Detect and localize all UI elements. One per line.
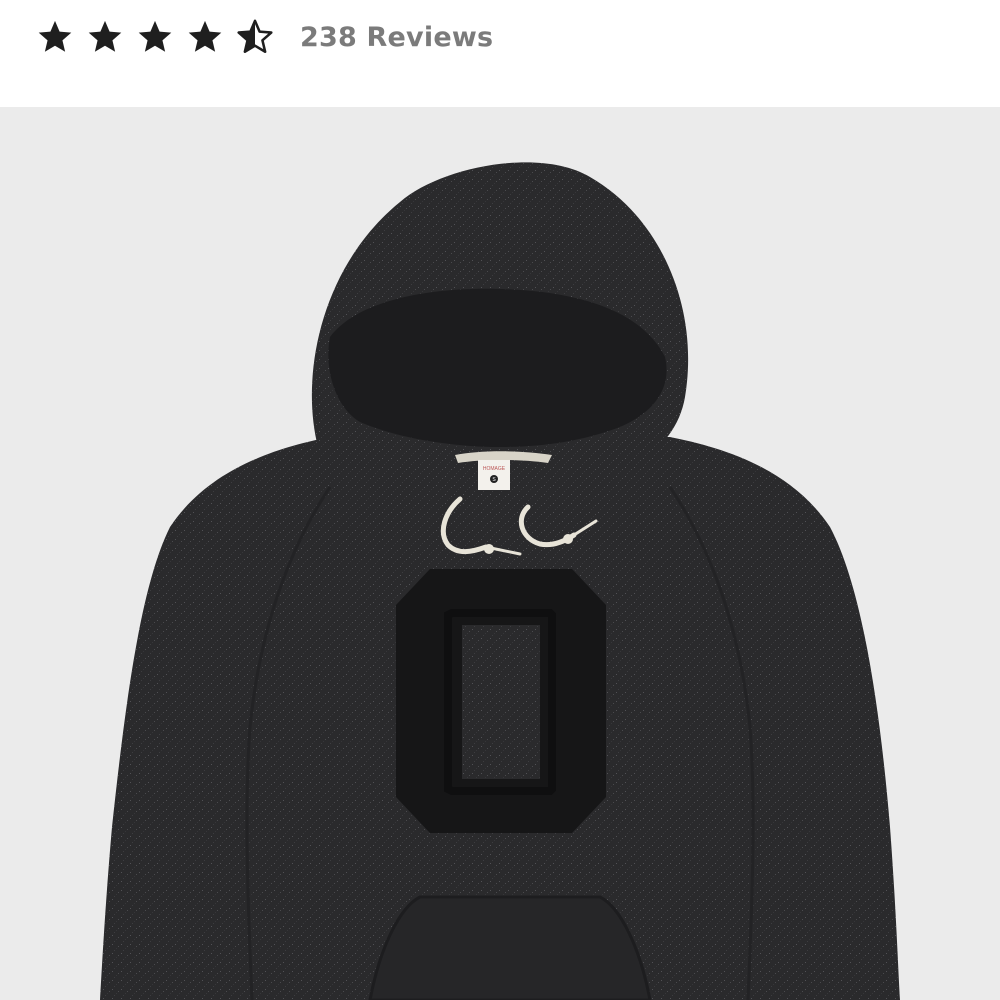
star-full-icon [88,20,122,52]
hood-opening [328,288,667,447]
brand-tag-text: HOMAGE [483,466,506,472]
rating-summary[interactable]: 238 Reviews [36,14,493,60]
review-count-link[interactable]: 238 Reviews [300,22,493,53]
star-full-icon [188,20,222,52]
product-image[interactable]: HOMAGE S [0,107,1000,1000]
star-full-icon [38,20,72,52]
star-rating [36,18,274,56]
star-half-icon [237,19,273,53]
star-full-icon [138,20,172,52]
hoodie-image: HOMAGE S [100,162,900,1000]
